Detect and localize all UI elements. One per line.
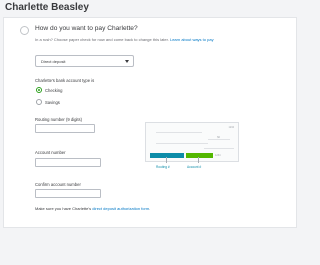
page: Charlette Beasley How do you want to pay… xyxy=(0,0,300,265)
radio-savings[interactable] xyxy=(36,99,42,105)
radio-checking-label[interactable]: Checking xyxy=(45,88,62,93)
account-connector xyxy=(198,157,199,163)
routing-number-field[interactable] xyxy=(35,124,95,133)
routing-caption: Routing # xyxy=(156,165,170,169)
learn-ways-to-pay-link[interactable]: Learn about ways to pay xyxy=(170,37,214,42)
check-line xyxy=(156,143,208,144)
authorization-note-suffix: . xyxy=(149,206,151,211)
helper-text: In a rush? Choose paper check for now an… xyxy=(35,37,214,42)
check-illustration: 1234 $0 1234 xyxy=(145,122,239,162)
account-number-highlight xyxy=(186,153,213,158)
authorization-note: Make sure you have Charlette's direct de… xyxy=(35,206,150,211)
account-number-field[interactable] xyxy=(35,158,101,167)
employee-name: Charlette Beasley xyxy=(5,2,89,13)
helper-text-body: In a rush? Choose paper check for now an… xyxy=(35,37,169,42)
routing-number-highlight xyxy=(150,153,184,158)
chevron-down-icon xyxy=(125,60,129,63)
check-line xyxy=(208,139,230,140)
page-header: Charlette Beasley xyxy=(0,0,300,17)
authorization-note-prefix: Make sure you have Charlette's xyxy=(35,206,92,211)
account-type-label: Charlette's bank account type is xyxy=(35,78,95,83)
routing-number-label: Routing number (9 digits) xyxy=(35,117,83,122)
check-line xyxy=(156,132,202,133)
pay-method-select[interactable]: Direct deposit xyxy=(35,55,134,67)
confirm-account-label: Confirm account number xyxy=(35,182,81,187)
radio-checking[interactable] xyxy=(36,87,42,93)
step-indicator-icon xyxy=(20,26,29,35)
account-number-label: Account number xyxy=(35,150,66,155)
radio-savings-label[interactable]: Savings xyxy=(45,100,60,105)
pay-question: How do you want to pay Charlette? xyxy=(35,25,138,32)
check-line xyxy=(204,148,234,149)
routing-connector xyxy=(166,157,167,163)
check-number-bottom: 1234 xyxy=(215,154,221,157)
authorization-form-link[interactable]: direct deposit authorization form xyxy=(92,206,149,211)
confirm-account-field[interactable] xyxy=(35,189,101,198)
check-number-top: 1234 xyxy=(228,126,234,129)
pay-method-selected-value: Direct deposit xyxy=(41,59,66,64)
account-caption: Account # xyxy=(187,165,202,169)
